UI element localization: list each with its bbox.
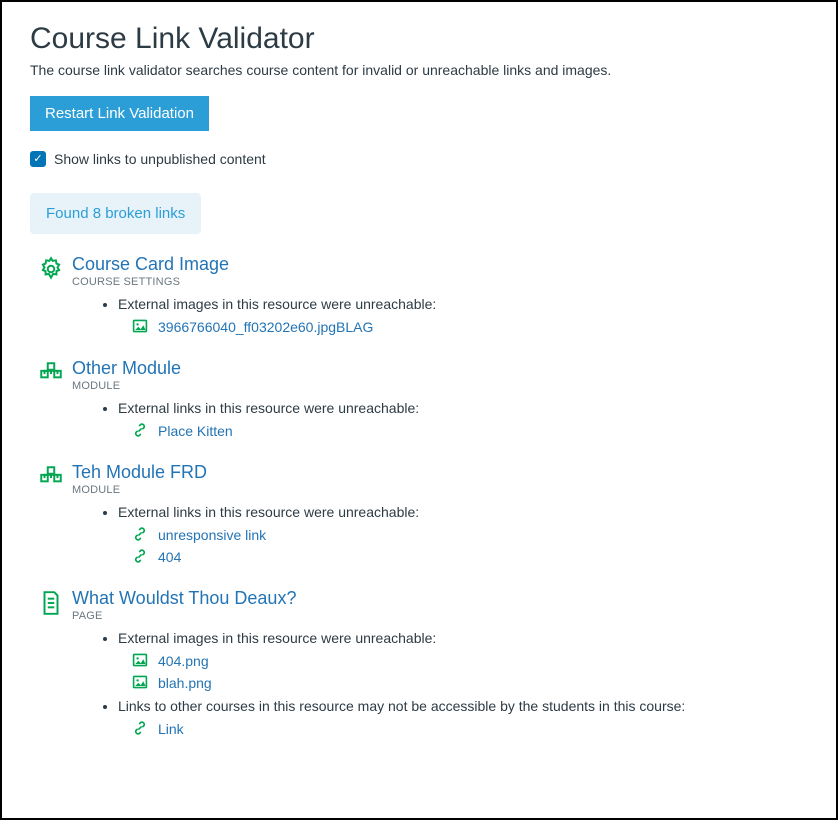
issue: External images in this resource were un…	[118, 630, 808, 692]
page-description: The course link validator searches cours…	[30, 62, 808, 78]
issue-link: 404	[132, 548, 808, 566]
link-icon	[132, 422, 150, 440]
image-icon	[132, 674, 150, 692]
issue-list: External images in this resource were un…	[118, 630, 808, 738]
link-icon	[132, 720, 150, 738]
issue-link: 3966766040_ff03202e60.jpgBLAG	[132, 318, 808, 336]
issue: Links to other courses in this resource …	[118, 698, 808, 738]
issue-links: Link	[132, 720, 808, 738]
results-summary: Found 8 broken links	[30, 193, 201, 234]
broken-link[interactable]: 404.png	[158, 653, 209, 669]
issue-link: blah.png	[132, 674, 808, 692]
show-unpublished-checkbox[interactable]	[30, 151, 46, 167]
module-icon	[38, 358, 72, 446]
issue-link: unresponsive link	[132, 526, 808, 544]
result-item-body: Other ModuleModule External links in this…	[72, 358, 808, 446]
issue-link: 404.png	[132, 652, 808, 670]
image-icon	[132, 652, 150, 670]
issue-link: Place Kitten	[132, 422, 808, 440]
issue-text: External links in this resource were unr…	[118, 504, 419, 520]
result-item-body: Course Card ImageCourse Settings External…	[72, 254, 808, 342]
result-item: Course Card ImageCourse Settings External…	[38, 254, 808, 342]
link-icon	[132, 548, 150, 566]
result-item: What Wouldst Thou Deaux?Page External ima…	[38, 588, 808, 744]
link-icon	[132, 526, 150, 544]
result-subtitle: Module	[72, 484, 808, 496]
broken-link[interactable]: 3966766040_ff03202e60.jpgBLAG	[158, 319, 373, 335]
result-item-body: Teh Module FRDModule External links in th…	[72, 462, 808, 572]
issue: External links in this resource were unr…	[118, 504, 808, 566]
issue: External links in this resource were unr…	[118, 400, 808, 440]
issue-links: Place Kitten	[132, 422, 808, 440]
issue-list: External links in this resource were unr…	[118, 504, 808, 566]
page-title: Course Link Validator	[30, 22, 808, 56]
issue: External images in this resource were un…	[118, 296, 808, 336]
module-icon	[38, 462, 72, 572]
issue-text: Links to other courses in this resource …	[118, 698, 685, 714]
result-item-body: What Wouldst Thou Deaux?Page External ima…	[72, 588, 808, 744]
issue-text: External links in this resource were unr…	[118, 400, 419, 416]
issue-list: External images in this resource were un…	[118, 296, 808, 336]
result-item: Other ModuleModule External links in this…	[38, 358, 808, 446]
broken-link[interactable]: Place Kitten	[158, 423, 233, 439]
result-subtitle: Course Settings	[72, 276, 808, 288]
result-title[interactable]: Other Module	[72, 358, 808, 379]
broken-link[interactable]: Link	[158, 721, 184, 737]
image-icon	[132, 318, 150, 336]
result-title[interactable]: What Wouldst Thou Deaux?	[72, 588, 808, 609]
issue-links: 3966766040_ff03202e60.jpgBLAG	[132, 318, 808, 336]
result-item: Teh Module FRDModule External links in th…	[38, 462, 808, 572]
issue-links: unresponsive link 404	[132, 526, 808, 566]
issue-text: External images in this resource were un…	[118, 630, 436, 646]
issue-list: External links in this resource were unr…	[118, 400, 808, 440]
broken-link[interactable]: unresponsive link	[158, 527, 266, 543]
issue-text: External images in this resource were un…	[118, 296, 436, 312]
result-subtitle: Page	[72, 610, 808, 622]
broken-link[interactable]: blah.png	[158, 675, 212, 691]
result-subtitle: Module	[72, 380, 808, 392]
gear-icon	[38, 254, 72, 342]
issue-link: Link	[132, 720, 808, 738]
broken-link[interactable]: 404	[158, 549, 181, 565]
issue-links: 404.png blah.png	[132, 652, 808, 692]
page-icon	[38, 588, 72, 744]
result-title[interactable]: Course Card Image	[72, 254, 808, 275]
restart-link-validation-button[interactable]: Restart Link Validation	[30, 96, 209, 131]
result-title[interactable]: Teh Module FRD	[72, 462, 808, 483]
show-unpublished-label: Show links to unpublished content	[54, 151, 266, 167]
